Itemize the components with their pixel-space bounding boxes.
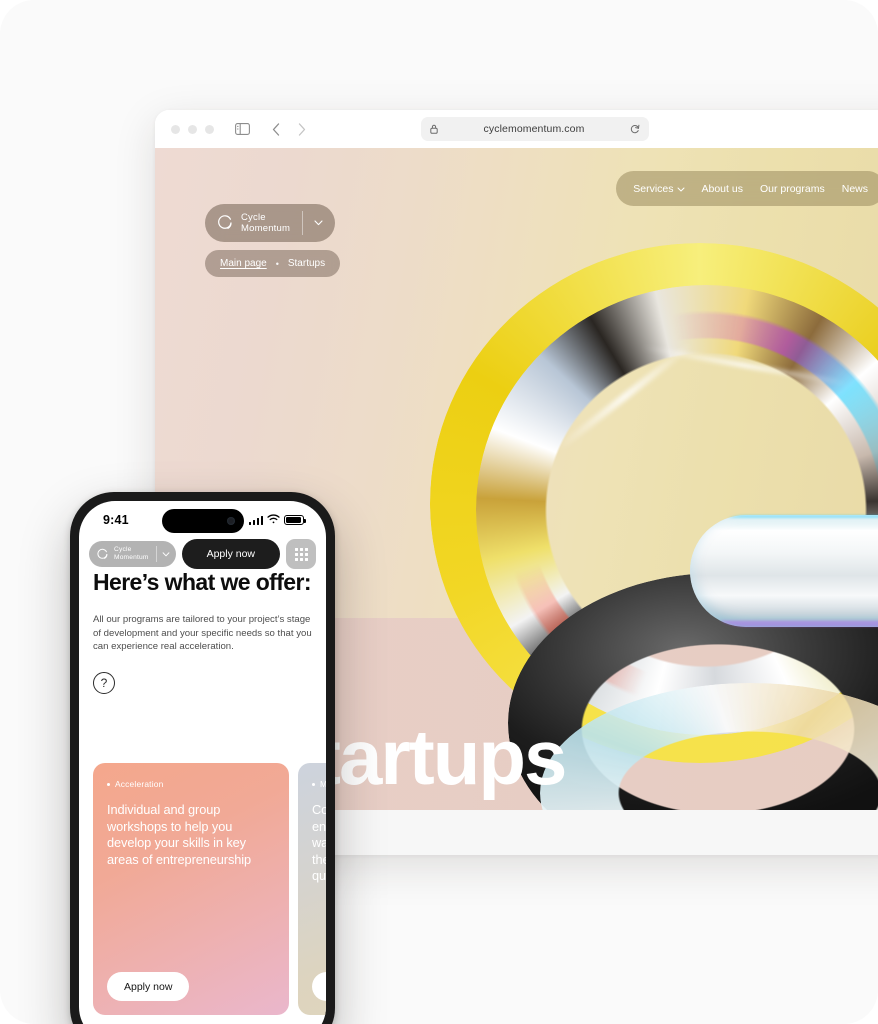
address-bar[interactable]: cyclemomentum.com — [421, 117, 649, 141]
card-apply-now-button[interactable]: Apply now — [107, 972, 190, 1001]
program-card[interactable]: Mentoring Coaching by experienced entrep… — [298, 763, 326, 1015]
program-card-carousel[interactable]: Acceleration Individual and group worksh… — [93, 763, 326, 1015]
breadcrumb-separator: • — [275, 258, 279, 269]
maximize-window-button[interactable] — [205, 124, 214, 134]
reload-icon[interactable] — [630, 124, 640, 134]
site-logo-text: Cycle Momentum — [241, 212, 291, 234]
front-camera-icon — [226, 517, 235, 525]
cycle-logo-icon — [216, 214, 234, 232]
url-text: cyclemomentum.com — [483, 123, 585, 135]
breadcrumb[interactable]: Main page • Startups — [205, 250, 341, 277]
card-heading: Individual and group workshops to help y… — [107, 802, 252, 867]
divider — [155, 546, 157, 562]
breadcrumb-home-link[interactable]: Main page — [220, 258, 267, 269]
card-apply-now-button[interactable]: Apply now — [312, 972, 326, 1001]
nav-item-our-programs[interactable]: Our programs — [760, 183, 825, 195]
phone-logo-pill[interactable]: Cycle Momentum — [89, 541, 176, 567]
chevron-down-icon[interactable] — [305, 210, 331, 236]
phone-intro-paragraph: All our programs are tailored to your pr… — [93, 614, 312, 652]
card-heading: Coaching by experienced entrepreneurs wh… — [312, 802, 326, 883]
close-window-button[interactable] — [171, 124, 180, 134]
grid-glyph — [294, 547, 308, 561]
browser-forward-button[interactable] — [290, 117, 314, 141]
highlight-streak — [641, 344, 849, 387]
nav-item-services[interactable]: Services — [633, 183, 684, 195]
cycle-logo-icon — [96, 548, 109, 561]
dynamic-island — [161, 509, 244, 533]
status-indicators — [248, 511, 306, 529]
browser-toolbar: cyclemomentum.com — [155, 110, 878, 148]
phone-mockup: 9:41 Cycle Momentum Apply now Here’s wha… — [70, 492, 335, 1024]
cellular-bars-icon — [248, 515, 263, 525]
minimize-window-button[interactable] — [188, 124, 197, 134]
site-logo-pill[interactable]: Cycle Momentum — [205, 204, 336, 242]
phone-status-bar: 9:41 — [79, 501, 326, 539]
site-top-nav[interactable]: Services About us Our programs News — [616, 171, 878, 206]
lock-icon — [430, 124, 438, 134]
battery-icon — [284, 515, 306, 525]
chevron-down-icon[interactable] — [158, 546, 174, 562]
nav-item-news[interactable]: News — [842, 183, 868, 195]
nav-item-about-us[interactable]: About us — [702, 183, 743, 195]
nav-item-label: Services — [633, 182, 674, 195]
chevron-down-icon — [677, 183, 685, 195]
phone-page-title: Here’s what we offer: — [93, 569, 311, 595]
wifi-icon — [267, 511, 280, 529]
card-tag: Mentoring — [312, 779, 326, 789]
card-tag: Acceleration — [107, 779, 275, 789]
screenshot-canvas: cyclemomentum.com Startups Cycle Momentu… — [0, 0, 878, 1024]
phone-apply-now-button[interactable]: Apply now — [181, 539, 280, 569]
browser-back-button[interactable] — [264, 117, 288, 141]
phone-logo-text: Cycle Momentum — [114, 546, 149, 561]
divider — [302, 211, 304, 235]
highlight-streak — [555, 341, 695, 452]
question-circle-icon[interactable]: ? — [93, 671, 115, 694]
phone-app-header: Cycle Momentum Apply now — [79, 539, 326, 569]
phone-screen: 9:41 Cycle Momentum Apply now Here’s wha… — [79, 501, 326, 1024]
status-clock: 9:41 — [103, 513, 129, 527]
glass-tube-shape — [690, 515, 878, 627]
sidebar-toggle-icon[interactable] — [230, 117, 254, 141]
window-traffic-lights[interactable] — [171, 124, 214, 134]
program-card[interactable]: Acceleration Individual and group worksh… — [93, 763, 289, 1015]
breadcrumb-current: Startups — [287, 258, 326, 269]
grid-menu-icon[interactable] — [286, 539, 316, 569]
